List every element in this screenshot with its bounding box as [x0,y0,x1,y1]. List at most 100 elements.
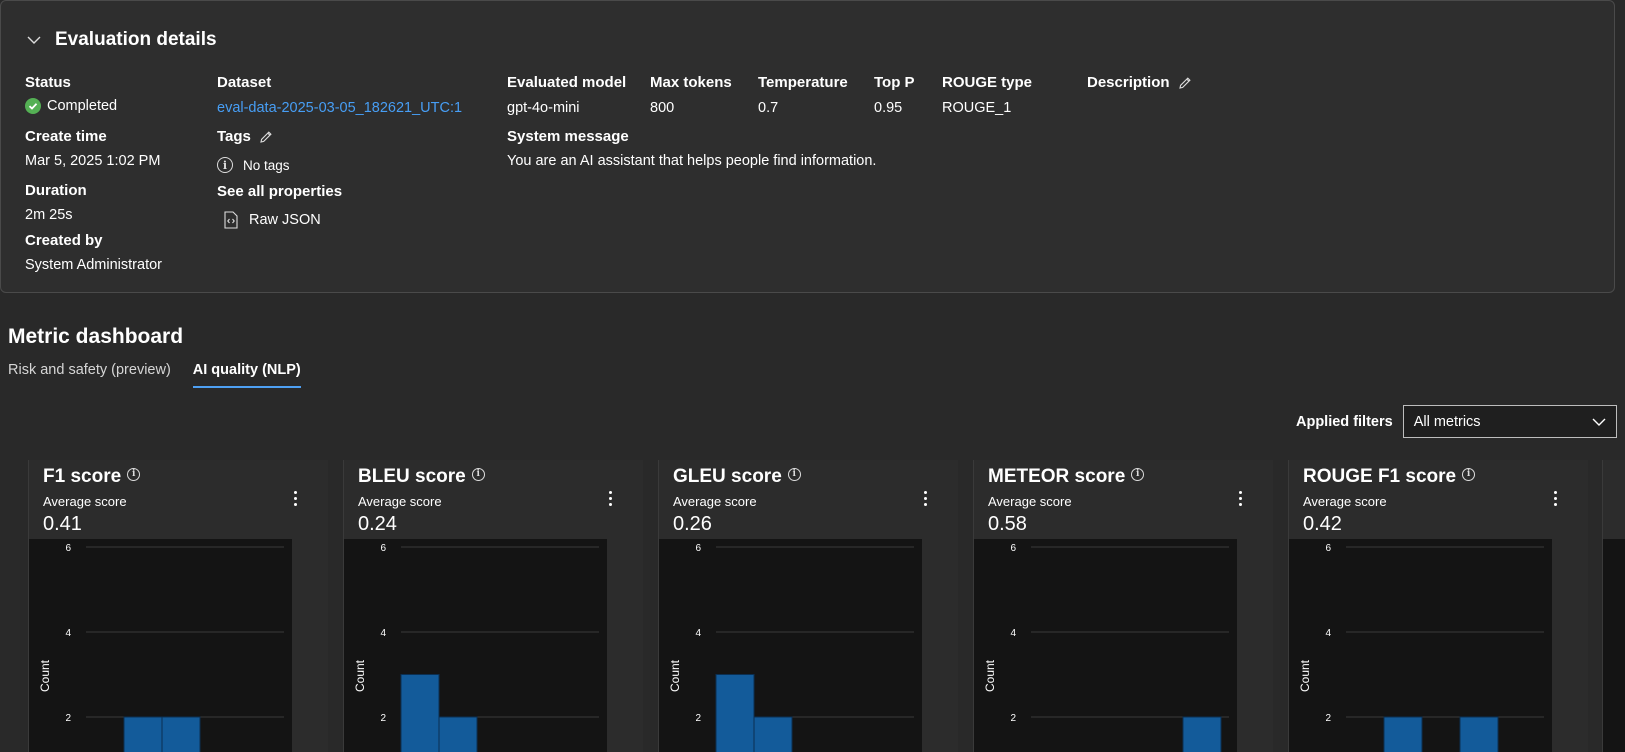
metric-card-title: ROUGE F1 score i [1303,466,1476,488]
y-axis-label: Count [353,659,367,692]
see-all-properties-label: See all properties [217,183,343,200]
histogram-svg: 2 4 6 Count [38,543,284,752]
histogram-svg: 2 4 6 Count [1298,543,1544,752]
evaluated-model-label: Evaluated model [507,74,627,91]
metric-histogram: 2 4 6 Count [659,539,922,752]
y-axis-label: Count [983,659,997,692]
tags-label: Tags [217,128,251,145]
metric-card-score: 0.42 [1303,513,1342,535]
more-options-icon[interactable] [1547,488,1563,508]
metric-card-score: 0.24 [358,513,397,535]
metric-card-title-text: METEOR score [988,466,1126,487]
tags-header: Tags [217,128,273,145]
metric-card-title-text: F1 score [43,466,122,487]
metric-card: GLEU score i Average score 0.26 2 4 6 Count [658,460,958,752]
histogram-bar[interactable] [715,674,755,752]
status-value: Completed [25,98,117,114]
create-time-label: Create time [25,128,107,145]
next-metric-card-partial [1602,460,1625,752]
metric-card-subtitle: Average score [43,494,127,509]
y-tick-label: 2 [1010,713,1016,724]
status-text: Completed [47,98,118,114]
tab-risk-and-safety[interactable]: Risk and safety (preview) [8,362,171,388]
y-tick-label: 2 [65,713,71,724]
checkmark-circle-icon [25,98,41,114]
edit-tags-pencil-icon[interactable] [259,130,273,144]
tags-value: i No tags [217,157,290,173]
histogram-bar[interactable] [753,716,793,752]
metric-card-title: F1 score i [43,466,141,488]
more-options-icon[interactable] [917,488,933,508]
evaluation-details-toggle[interactable]: Evaluation details [25,29,217,51]
y-tick-label: 6 [1010,543,1016,554]
metric-card-score: 0.58 [988,513,1027,535]
metric-card-title: METEOR score i [988,466,1145,488]
y-tick-label: 4 [695,628,701,639]
histogram-bar[interactable] [161,716,201,752]
metric-card-title: BLEU score i [358,466,485,488]
y-axis-label: Count [38,659,52,692]
info-icon[interactable]: i [471,467,485,481]
dataset-label: Dataset [217,74,272,91]
more-options-icon[interactable] [1232,488,1248,508]
temperature-value: 0.7 [758,100,779,116]
evaluated-model-value: gpt-4o-mini [507,100,580,116]
metric-card-subtitle: Average score [358,494,442,509]
more-options-icon[interactable] [602,488,618,508]
raw-json-button[interactable]: Raw JSON [223,211,321,229]
temperature-label: Temperature [758,74,848,91]
y-tick-label: 4 [1325,628,1331,639]
metric-card-title-text: GLEU score [673,466,782,487]
metric-dashboard-title: Metric dashboard [8,325,184,348]
metric-histogram: 2 4 6 Count [1289,539,1552,752]
y-tick-label: 4 [65,628,71,639]
y-tick-label: 6 [380,543,386,554]
info-icon[interactable]: i [127,467,141,481]
top-p-label: Top P [874,74,915,91]
y-tick-label: 4 [1010,628,1016,639]
histogram-bar[interactable] [1182,716,1222,752]
more-options-icon[interactable] [287,488,303,508]
chevron-down-icon [1592,418,1606,426]
create-time-value: Mar 5, 2025 1:02 PM [25,153,161,169]
info-icon[interactable]: i [787,467,801,481]
histogram-svg: 2 4 6 Count [983,543,1229,752]
info-icon[interactable]: i [1462,467,1476,481]
metric-card: F1 score i Average score 0.41 2 4 6 Count [28,460,328,752]
y-tick-label: 6 [695,543,701,554]
histogram-bar[interactable] [438,716,478,752]
y-axis-label: Count [1298,659,1312,692]
histogram-bar[interactable] [400,674,440,752]
y-tick-label: 2 [695,713,701,724]
metric-histogram: 2 4 6 Count [344,539,607,752]
applied-filters: Applied filters All metrics [1296,405,1617,438]
description-header: Description [1087,74,1192,91]
tab-ai-quality-nlp[interactable]: AI quality (NLP) [192,362,301,388]
metrics-filter-dropdown[interactable]: All metrics [1402,405,1617,438]
created-by-value: System Administrator [25,257,162,273]
metric-card-subtitle: Average score [988,494,1072,509]
evaluation-details-title: Evaluation details [55,29,217,50]
y-tick-label: 4 [380,628,386,639]
edit-description-pencil-icon[interactable] [1178,76,1192,90]
metric-card-score: 0.41 [43,513,82,535]
histogram-svg: 2 4 6 Count [668,543,914,752]
max-tokens-value: 800 [650,100,675,116]
dataset-link[interactable]: eval-data-2025-03-05_182621_UTC:1 [217,100,462,116]
histogram-bar[interactable] [123,716,163,752]
description-label: Description [1087,74,1170,91]
y-tick-label: 6 [65,543,71,554]
created-by-label: Created by [25,232,103,249]
raw-json-label: Raw JSON [249,212,321,228]
duration-value: 2m 25s [25,207,73,223]
system-message-label: System message [507,128,629,145]
y-tick-label: 2 [380,713,386,724]
metric-dashboard-tabs: Risk and safety (preview) AI quality (NL… [8,362,323,388]
histogram-bar[interactable] [1383,716,1423,752]
info-icon[interactable]: i [1131,467,1145,481]
metrics-filter-value: All metrics [1413,413,1481,430]
metric-card: BLEU score i Average score 0.24 2 4 6 Count [343,460,643,752]
tags-text: No tags [243,157,290,173]
metric-card: ROUGE F1 score i Average score 0.42 2 4 6 C… [1288,460,1588,752]
histogram-bar[interactable] [1459,716,1499,752]
